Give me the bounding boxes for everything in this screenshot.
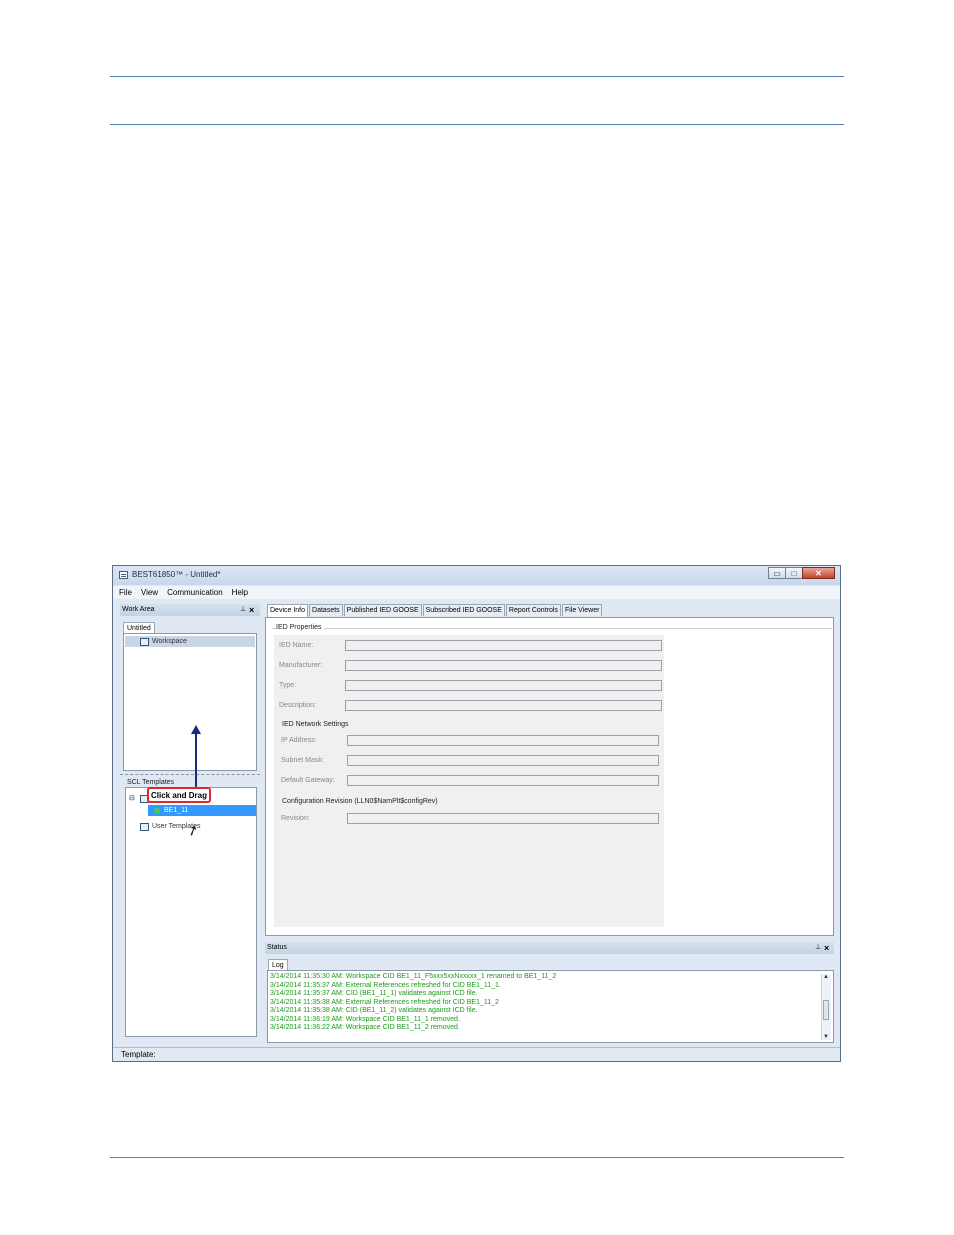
pin-icon[interactable]: ⊥: [815, 942, 821, 954]
log-line: 3/14/2014 11:36:22 AM: Workspace CID BE1…: [270, 1024, 460, 1031]
menu-help[interactable]: Help: [232, 586, 248, 599]
log-line: 3/14/2014 11:35:30 AM: Workspace CID BE1…: [270, 973, 557, 980]
tab-device-info[interactable]: Device Info: [267, 604, 309, 617]
subnet-mask-input[interactable]: [347, 755, 659, 766]
scroll-up-icon[interactable]: ▲: [823, 974, 829, 980]
type-input[interactable]: [345, 680, 662, 691]
log-line: 3/14/2014 11:35:37 AM: External Referenc…: [270, 981, 501, 989]
title-bar: BEST61850™ - Untitled* ▭ □ ✕: [113, 566, 840, 585]
field-label-type: Type:: [279, 682, 297, 689]
ied-name-input[interactable]: [345, 640, 662, 651]
ied-properties-divider: [272, 628, 832, 629]
footer-rule: [110, 1157, 844, 1158]
log-scrollbar[interactable]: ▲ ▼: [821, 974, 831, 1040]
field-label-revision: Revision:: [281, 815, 310, 822]
close-icon[interactable]: ×: [824, 942, 829, 954]
tab-datasets[interactable]: Datasets: [309, 604, 343, 616]
template-item-label: BE1_11: [164, 807, 189, 814]
description-input[interactable]: [345, 700, 662, 711]
field-label-subnet-mask: Subnet Mask:: [281, 757, 324, 764]
user-templates-icon: [140, 823, 149, 831]
expand-icon[interactable]: ⊟: [129, 793, 135, 804]
workspace-label: Workspace: [152, 638, 187, 645]
menu-bar: File View Communication Help: [113, 586, 840, 599]
status-bar: Template:: [113, 1047, 840, 1061]
close-button[interactable]: ✕: [802, 567, 835, 579]
log-panel: 3/14/2014 11:35:30 AM: Workspace CID BE1…: [267, 970, 834, 1043]
manufacturer-input[interactable]: [345, 660, 662, 671]
window-title: BEST61850™ - Untitled*: [132, 570, 221, 579]
tab-report-controls[interactable]: Report Controls: [505, 604, 561, 616]
ied-properties-title: IED Properties: [276, 624, 324, 631]
app-icon: [119, 571, 128, 579]
default-gateway-input[interactable]: [347, 775, 659, 786]
device-info-panel: IED Properties IED Name: Manufacturer: T…: [265, 617, 834, 936]
work-area-tree: Workspace: [123, 633, 257, 771]
field-label-description: Description:: [279, 702, 316, 709]
drag-arrow: [195, 732, 197, 788]
tab-published-goose[interactable]: Published IED GOOSE: [343, 604, 422, 616]
scroll-thumb[interactable]: [823, 1000, 829, 1020]
menu-view[interactable]: View: [141, 586, 158, 599]
log-line: 3/14/2014 11:35:37 AM: CID (BE1_11_1) va…: [270, 990, 478, 997]
maximize-button[interactable]: □: [785, 567, 803, 579]
log-line: 3/14/2014 11:35:38 AM: External Referenc…: [270, 998, 499, 1006]
header-rule-bottom: [110, 124, 844, 125]
header-rule-top: [110, 76, 844, 77]
tab-subscribed-goose[interactable]: Subscribed IED GOOSE: [422, 604, 505, 616]
field-label-default-gateway: Default Gateway:: [281, 777, 335, 784]
menu-communication[interactable]: Communication: [167, 586, 223, 599]
work-area-title: Work Area: [122, 606, 155, 613]
status-header: Status ⊥ ×: [265, 942, 834, 954]
minimize-button[interactable]: ▭: [768, 567, 786, 579]
scl-templates-header: SCL Templates: [127, 779, 175, 786]
field-label-ied-name: IED Name:: [279, 642, 314, 649]
workspace-icon: [140, 638, 149, 646]
menu-file[interactable]: File: [119, 586, 132, 599]
app-window-screenshot: BEST61850™ - Untitled* ▭ □ ✕ File View C…: [112, 565, 841, 1062]
pin-icon[interactable]: ⊥: [240, 604, 246, 616]
field-label-manufacturer: Manufacturer:: [279, 662, 323, 669]
click-and-drag-callout: Click and Drag: [147, 787, 211, 803]
status-bar-text: Template:: [121, 1050, 156, 1059]
status-dot-icon: [154, 808, 160, 814]
log-line: 3/14/2014 11:36:19 AM: Workspace CID BE1…: [270, 1015, 460, 1023]
scroll-down-icon[interactable]: ▼: [823, 1034, 829, 1040]
log-line: 3/14/2014 11:35:38 AM: CID (BE1_11_2) va…: [270, 1007, 478, 1014]
dock-splitter[interactable]: [120, 774, 260, 776]
ip-address-input[interactable]: [347, 735, 659, 746]
tab-file-viewer[interactable]: File Viewer: [561, 604, 603, 616]
work-area-header: Work Area ⊥ ×: [120, 604, 260, 616]
revision-input[interactable]: [347, 813, 659, 824]
config-revision-title: Configuration Revision (LLN0$NamPlt$conf…: [282, 798, 438, 805]
close-icon[interactable]: ×: [249, 604, 254, 616]
status-title: Status: [267, 944, 287, 951]
network-settings-title: IED Network Settings: [282, 721, 349, 728]
document-tabs: Device Info Datasets Published IED GOOSE…: [267, 604, 603, 617]
field-label-ip-address: IP Address:: [281, 737, 317, 744]
form-area: IED Name: Manufacturer: Type: Descriptio…: [274, 635, 664, 927]
